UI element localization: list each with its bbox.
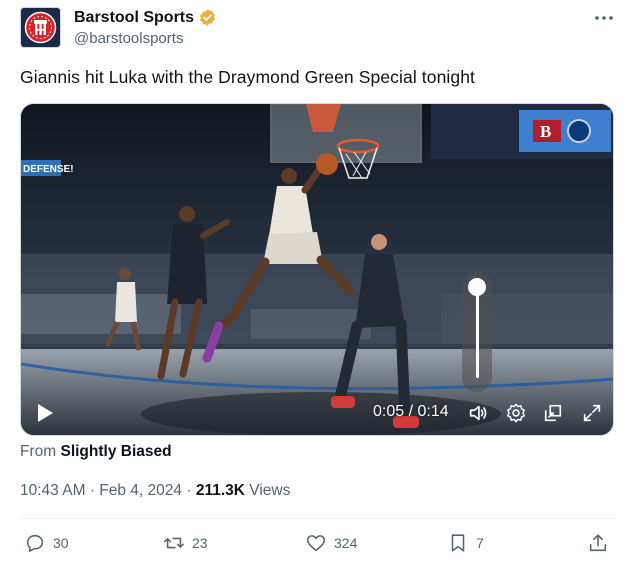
- repost-count: 23: [192, 535, 208, 551]
- more-options-icon[interactable]: [592, 10, 616, 26]
- like-button[interactable]: 324: [305, 532, 357, 554]
- views-count: 211.3K: [195, 482, 245, 499]
- source-name-link[interactable]: Slightly Biased: [60, 443, 171, 460]
- video-player[interactable]: DEFENSE! B 0:05 / 0:14: [20, 103, 614, 436]
- author-name-row: Barstool Sports: [74, 8, 217, 27]
- bookmark-button[interactable]: 7: [447, 532, 484, 554]
- repost-button[interactable]: 23: [163, 532, 208, 554]
- crowd: [21, 254, 613, 344]
- meta-dot: ·: [89, 482, 95, 499]
- video-timestamp: 0:05 / 0:14: [373, 403, 449, 421]
- tweet-date[interactable]: Feb 4, 2024: [99, 482, 182, 499]
- bookmark-count: 7: [476, 535, 484, 551]
- video-time-separator: /: [408, 403, 414, 420]
- volume-icon[interactable]: [467, 402, 489, 424]
- avatar[interactable]: [20, 7, 61, 48]
- reply-icon: [26, 534, 44, 553]
- repost-icon: [164, 537, 184, 549]
- video-current-time: 0:05: [373, 403, 405, 420]
- divider: [20, 518, 616, 519]
- reply-button[interactable]: 30: [24, 532, 69, 554]
- meta-dot: ·: [186, 482, 192, 499]
- play-icon[interactable]: [35, 402, 55, 424]
- tweet-meta: 10:43 AM · Feb 4, 2024 · 211.3K Views: [20, 482, 290, 500]
- heart-icon: [306, 535, 326, 552]
- volume-slider[interactable]: [462, 272, 492, 392]
- tweet-text: Giannis hit Luka with the Draymond Green…: [20, 67, 476, 87]
- share-button[interactable]: [587, 532, 609, 554]
- tweet-time[interactable]: 10:43 AM: [20, 482, 86, 499]
- video-source: From Slightly Biased: [20, 443, 172, 461]
- author-handle[interactable]: @barstoolsports: [74, 30, 183, 47]
- author-display-name[interactable]: Barstool Sports: [74, 9, 194, 27]
- like-count: 324: [334, 535, 358, 551]
- settings-gear-icon[interactable]: [505, 402, 527, 424]
- volume-thumb[interactable]: [468, 278, 486, 296]
- video-duration: 0:14: [417, 403, 449, 420]
- volume-track[interactable]: [476, 286, 479, 378]
- defense-banner-text: DEFENSE!: [23, 164, 74, 175]
- verified-badge-icon[interactable]: [198, 8, 217, 27]
- scoreboard-logo-text: B: [540, 122, 551, 141]
- video-frame: DEFENSE! B: [21, 104, 613, 435]
- barstool-logo-icon: [24, 11, 57, 44]
- fullscreen-icon[interactable]: [581, 402, 603, 424]
- source-prefix: From: [20, 443, 57, 460]
- bookmark-icon: [451, 534, 465, 552]
- backboard: [270, 104, 422, 163]
- share-icon: [589, 534, 607, 552]
- reply-count: 30: [53, 535, 69, 551]
- views-label: Views: [249, 482, 291, 499]
- picture-in-picture-icon[interactable]: [543, 403, 563, 423]
